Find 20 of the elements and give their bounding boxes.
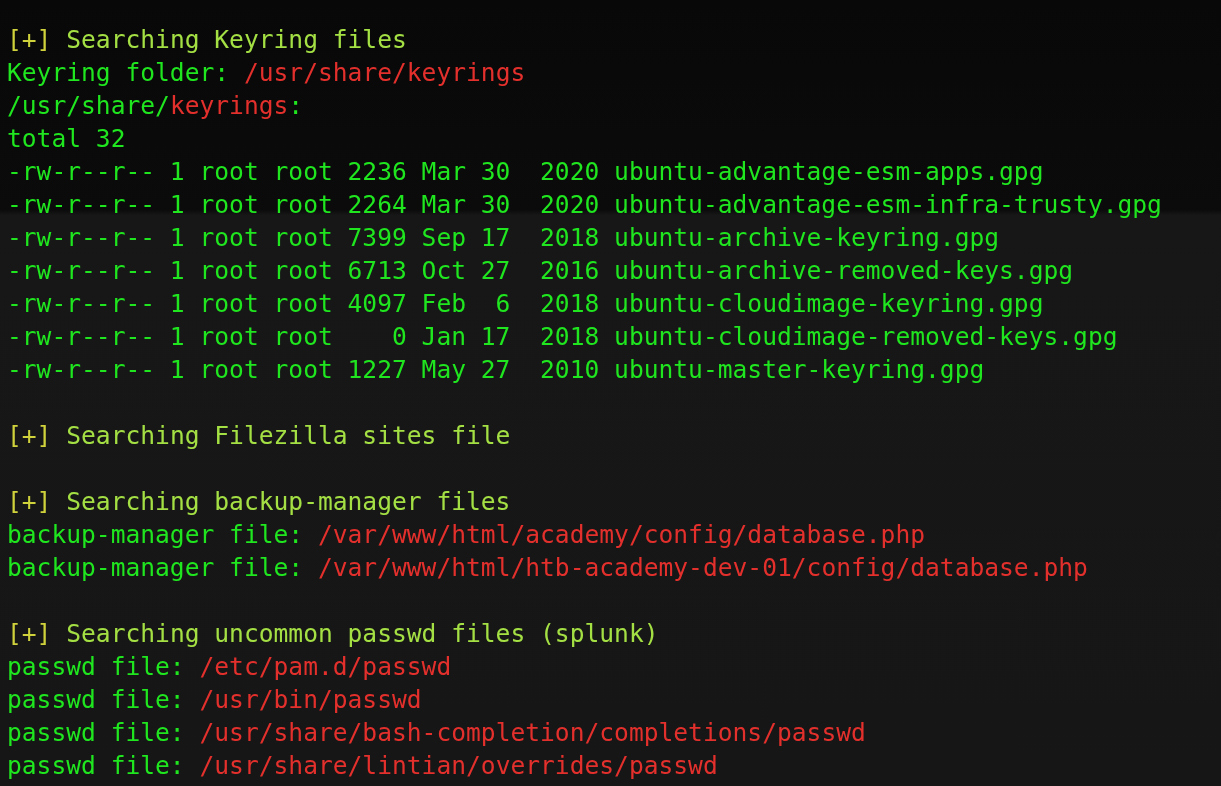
terminal-line: -rw-r--r-- 1 root root 1227 May 27 2010 ubuntu-master-keyring.gpg (7, 354, 985, 386)
terminal-line: Keyring folder: /usr/share/keyrings (7, 57, 526, 89)
terminal-line: -rw-r--r-- 1 root root 7399 Sep 17 2018 ubuntu-archive-keyring.gpg (7, 222, 1000, 254)
terminal-line: passwd file: /usr/share/lintian/overrides/passwd (7, 750, 718, 782)
terminal-line: [+] Searching backup-manager files (7, 486, 511, 518)
terminal-line: -rw-r--r-- 1 root root 2264 Mar 30 2020 ubuntu-advantage-esm-infra-trusty.gpg (7, 189, 1162, 221)
terminal-line: -rw-r--r-- 1 root root 6713 Oct 27 2016 ubuntu-archive-removed-keys.gpg (7, 255, 1074, 287)
terminal-line: passwd file: /usr/bin/passwd (7, 684, 422, 716)
terminal-line: -rw-r--r-- 1 root root 0 Jan 17 2018 ubuntu-cloudimage-removed-keys.gpg (7, 321, 1118, 353)
terminal-line: backup-manager file: /var/www/html/htb-academy-dev-01/config/database.php (7, 552, 1088, 584)
terminal-line: -rw-r--r-- 1 root root 2236 Mar 30 2020 ubuntu-advantage-esm-apps.gpg (7, 156, 1044, 188)
terminal-line: passwd file: /etc/pam.d/passwd (7, 651, 452, 683)
terminal-line: [+] Searching uncommon passwd files (splunk) (7, 618, 659, 650)
terminal-line: /usr/share/keyrings: (7, 90, 304, 122)
terminal-line: passwd file: /usr/share/bash-completion/completions/passwd (7, 717, 866, 749)
terminal-line: total 32 (7, 123, 126, 155)
terminal-line: [+] Searching Filezilla sites file (7, 420, 511, 452)
terminal-line: [+] Searching Keyring files (7, 24, 407, 56)
terminal-line: backup-manager file: /var/www/html/academy/config/database.php (7, 519, 926, 551)
terminal-line: -rw-r--r-- 1 root root 4097 Feb 6 2018 ubuntu-cloudimage-keyring.gpg (7, 288, 1044, 320)
